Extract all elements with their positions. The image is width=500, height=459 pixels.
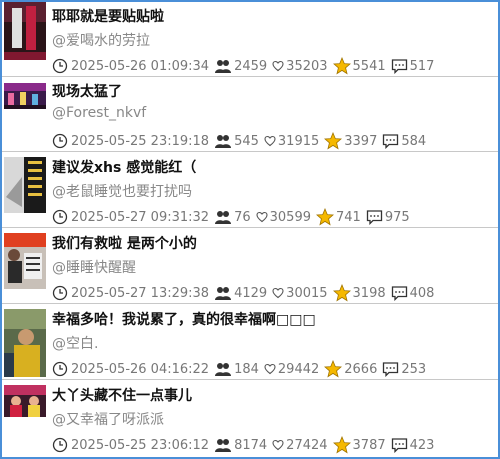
post-stats: 2025-05-25 23:19:18 545 31915 3397 584	[52, 131, 426, 151]
post-comments: 408	[409, 285, 435, 301]
post-likes: 27424	[286, 437, 328, 453]
post-comments: 517	[409, 58, 435, 74]
post-comments: 975	[384, 209, 410, 225]
clock-icon	[52, 437, 68, 453]
post-likes: 31915	[277, 133, 320, 149]
post-title[interactable]: 现场太猛了	[52, 81, 122, 101]
comment-icon	[383, 134, 399, 149]
heart-icon	[272, 287, 284, 299]
post-stars: 3198	[352, 285, 386, 301]
star-icon	[332, 284, 351, 302]
post-comments: 253	[401, 361, 427, 377]
post-stars: 3397	[344, 133, 378, 149]
star-icon	[315, 208, 334, 226]
comment-icon	[366, 210, 382, 225]
post-title[interactable]: 建议发xhs 感觉能红（	[52, 157, 196, 177]
post-stars: 3787	[352, 437, 386, 453]
post-views: 76	[234, 209, 251, 225]
star-icon	[332, 436, 351, 454]
people-icon	[215, 287, 232, 300]
list-item[interactable]: 幸福多哈！我说累了，真的很幸福啊□□□ @空白. 2025-05-26 04:1…	[2, 305, 498, 380]
clock-icon	[52, 58, 68, 74]
post-comments: 584	[401, 133, 427, 149]
heart-icon	[272, 439, 284, 451]
post-comments: 423	[409, 437, 435, 453]
list-item[interactable]: 我们有救啦 是两个小的 @睡睡快醒醒 2025-05-27 13:29:38 4…	[2, 229, 498, 304]
post-thumbnail[interactable]	[4, 83, 46, 109]
post-author[interactable]: @空白.	[52, 333, 98, 353]
post-title[interactable]: 大丫头藏不住一点事儿	[52, 385, 192, 405]
post-author[interactable]: @老鼠睡觉也要打扰吗	[52, 181, 192, 201]
post-title[interactable]: 耶耶就是要贴贴啦	[52, 6, 164, 26]
post-stats: 2025-05-26 04:16:22 184 29442 2666 253	[52, 359, 426, 379]
comment-icon	[391, 59, 407, 74]
star-icon	[324, 132, 343, 150]
post-views: 4129	[234, 285, 268, 301]
post-stars: 5541	[352, 58, 386, 74]
clock-icon	[52, 209, 68, 225]
post-views: 2459	[234, 58, 268, 74]
people-icon	[215, 60, 232, 73]
heart-icon	[264, 363, 276, 375]
heart-icon	[256, 211, 268, 223]
post-author[interactable]: @睡睡快醒醒	[52, 257, 136, 277]
clock-icon	[52, 285, 68, 301]
star-icon	[324, 360, 343, 378]
people-icon	[215, 135, 232, 148]
post-author[interactable]: @Forest_nkvf	[52, 105, 146, 121]
post-thumbnail[interactable]	[4, 2, 46, 60]
star-icon	[332, 57, 351, 75]
heart-icon	[264, 135, 276, 147]
post-time: 2025-05-25 23:06:12	[71, 437, 210, 453]
post-stars: 2666	[344, 361, 378, 377]
list-item[interactable]: 建议发xhs 感觉能红（ @老鼠睡觉也要打扰吗 2025-05-27 09:31…	[2, 153, 498, 228]
people-icon	[215, 439, 232, 452]
post-thumbnail[interactable]	[4, 309, 46, 377]
post-title[interactable]: 我们有救啦 是两个小的	[52, 233, 197, 253]
post-views: 8174	[234, 437, 268, 453]
list-item[interactable]: 现场太猛了 @Forest_nkvf 2025-05-25 23:19:18 5…	[2, 77, 498, 152]
comment-icon	[383, 362, 399, 377]
people-icon	[215, 363, 232, 376]
heart-icon	[272, 60, 284, 72]
post-time: 2025-05-27 13:29:38	[71, 285, 210, 301]
post-list: 耶耶就是要贴贴啦 @爱喝水的劳拉 2025-05-26 01:09:34 245…	[0, 0, 500, 459]
post-likes: 35203	[286, 58, 328, 74]
post-likes: 30015	[286, 285, 328, 301]
post-time: 2025-05-26 04:16:22	[71, 361, 210, 377]
post-author[interactable]: @又幸福了呀派派	[52, 409, 164, 429]
post-thumbnail[interactable]	[4, 385, 46, 417]
post-likes: 30599	[269, 209, 311, 225]
list-item[interactable]: 大丫头藏不住一点事儿 @又幸福了呀派派 2025-05-25 23:06:12 …	[2, 381, 498, 456]
post-stars: 741	[335, 209, 361, 225]
post-title[interactable]: 幸福多哈！我说累了，真的很幸福啊□□□	[52, 309, 316, 329]
post-stats: 2025-05-26 01:09:34 2459 35203 5541 517	[52, 56, 434, 76]
post-time: 2025-05-27 09:31:32	[71, 209, 210, 225]
post-stats: 2025-05-27 13:29:38 4129 30015 3198 408	[52, 283, 434, 303]
post-time: 2025-05-26 01:09:34	[71, 58, 210, 74]
comment-icon	[391, 286, 407, 301]
post-time: 2025-05-25 23:19:18	[71, 133, 210, 149]
post-views: 184	[234, 361, 259, 377]
post-stats: 2025-05-27 09:31:32 76 30599 741 975	[52, 207, 410, 227]
clock-icon	[52, 361, 68, 377]
post-author[interactable]: @爱喝水的劳拉	[52, 30, 150, 50]
post-views: 545	[234, 133, 259, 149]
people-icon	[215, 211, 232, 224]
post-thumbnail[interactable]	[4, 157, 46, 215]
post-stats: 2025-05-25 23:06:12 8174 27424 3787 423	[52, 435, 434, 455]
clock-icon	[52, 133, 68, 149]
list-item[interactable]: 耶耶就是要贴贴啦 @爱喝水的劳拉 2025-05-26 01:09:34 245…	[2, 2, 498, 77]
post-likes: 29442	[277, 361, 320, 377]
comment-icon	[391, 438, 407, 453]
post-thumbnail[interactable]	[4, 233, 46, 291]
